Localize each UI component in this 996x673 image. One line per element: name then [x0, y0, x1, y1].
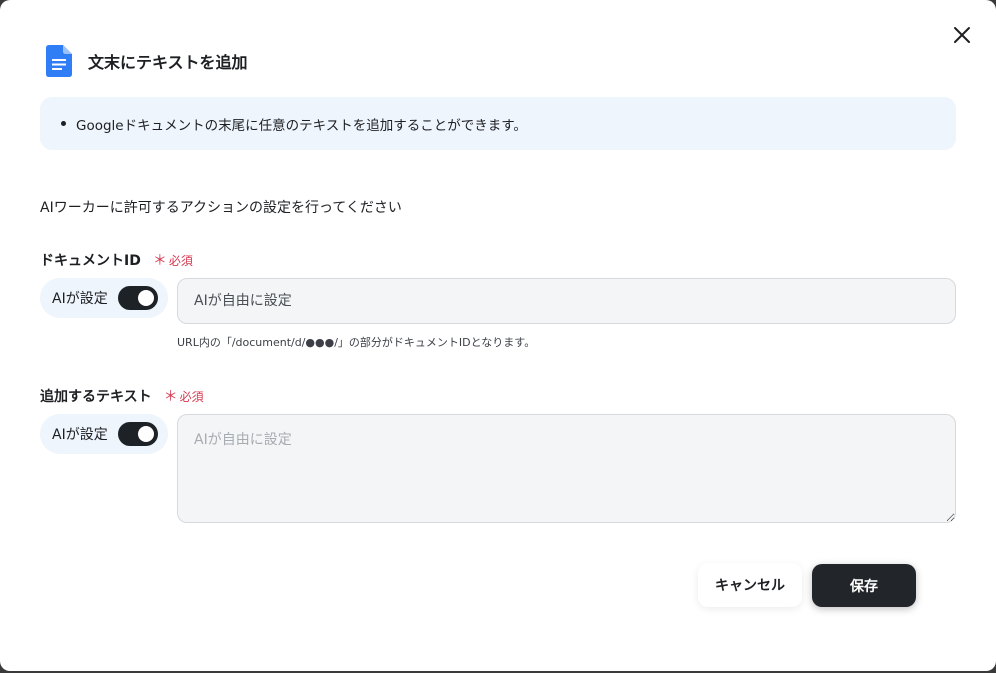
required-star: ＊ [163, 389, 178, 405]
required-badge: ＊必須 [164, 386, 204, 406]
ai-toggle-label: AIが設定 [52, 427, 108, 443]
switch-knob [137, 426, 154, 442]
text-to-add-ai-toggle: AIが設定 [40, 414, 168, 454]
ai-toggle-label: AIが設定 [52, 291, 108, 307]
text-to-add-textarea[interactable] [177, 414, 956, 523]
document-id-hint: URL内の「/document/d/●●●/」の部分がドキュメントIDとなります… [177, 336, 536, 349]
required-badge: ＊必須 [153, 250, 193, 270]
document-id-input[interactable] [177, 278, 956, 324]
google-docs-icon [46, 45, 72, 77]
document-id-label-text: ドキュメントID [40, 253, 141, 269]
info-list-item: Googleドキュメントの末尾に任意のテキストを追加することができます。 [61, 114, 527, 134]
close-icon [954, 27, 970, 43]
required-star: ＊ [152, 253, 167, 269]
info-box: Googleドキュメントの末尾に任意のテキストを追加することができます。 [40, 97, 956, 150]
document-id-ai-toggle: AIが設定 [40, 278, 168, 318]
dialog-header: 文末にテキストを追加 [46, 44, 248, 78]
text-to-add-label: 追加するテキスト ＊必須 [40, 386, 204, 406]
document-id-ai-switch[interactable] [117, 286, 158, 310]
add-text-dialog: 文末にテキストを追加 Googleドキュメントの末尾に任意のテキストを追加するこ… [0, 0, 996, 671]
document-id-label: ドキュメントID ＊必須 [40, 250, 193, 270]
dialog-title: 文末にテキストを追加 [88, 53, 248, 72]
close-button[interactable] [950, 23, 974, 47]
required-text: 必須 [168, 254, 193, 268]
instruction-text: AIワーカーに許可するアクションの設定を行ってください [40, 200, 402, 216]
text-to-add-label-text: 追加するテキスト [40, 389, 152, 405]
save-button[interactable]: 保存 [812, 564, 916, 607]
text-to-add-ai-switch[interactable] [117, 422, 158, 446]
cancel-button[interactable]: キャンセル [698, 563, 802, 607]
switch-knob [137, 290, 154, 306]
required-text: 必須 [179, 390, 204, 404]
info-list: Googleドキュメントの末尾に任意のテキストを追加することができます。 [61, 114, 527, 134]
